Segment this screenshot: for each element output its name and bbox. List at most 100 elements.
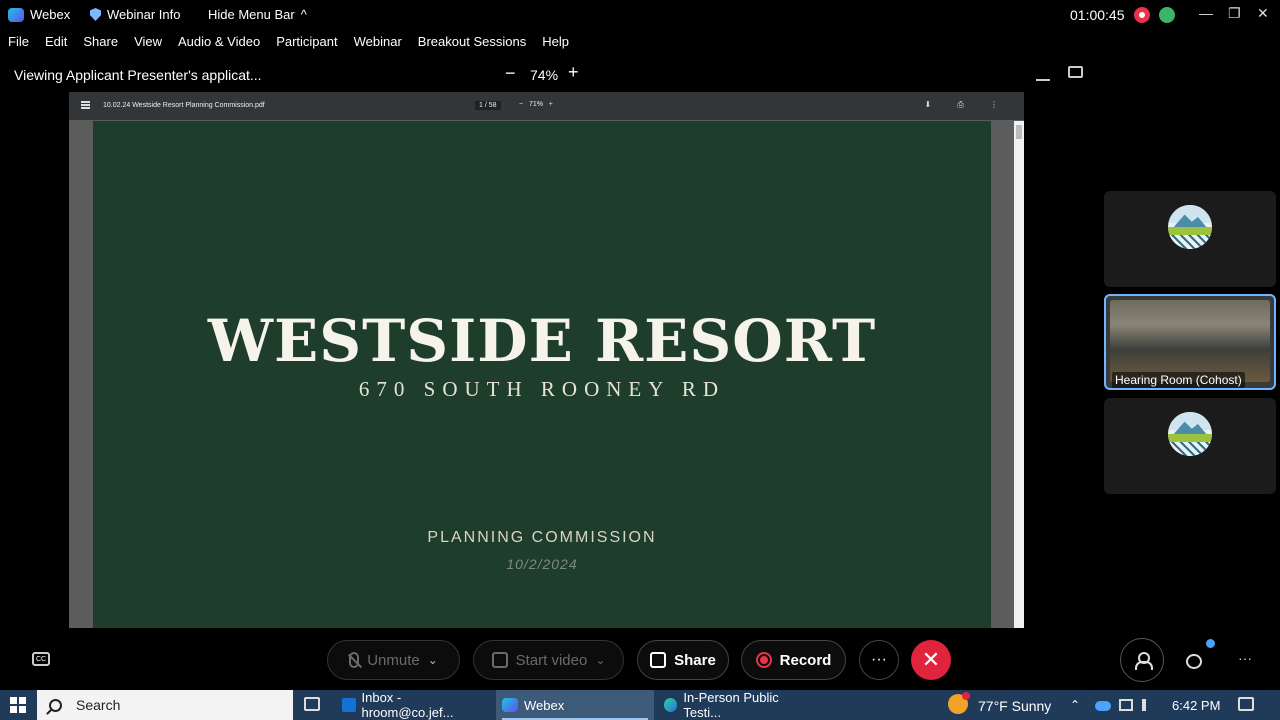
- shared-screen: 10.02.24 Westside Resort Planning Commis…: [69, 92, 1024, 628]
- recording-status-icon[interactable]: [1134, 7, 1150, 23]
- slide-date: 10/2/2024: [506, 556, 578, 572]
- edge-icon: [664, 698, 678, 712]
- menu-view[interactable]: View: [126, 34, 170, 54]
- restore-button[interactable]: ❐: [1228, 5, 1241, 22]
- notifications-icon[interactable]: [1238, 697, 1254, 711]
- share-button[interactable]: Share: [637, 640, 729, 680]
- webinar-info-button[interactable]: Webinar Info: [90, 7, 180, 22]
- menu-participant[interactable]: Participant: [268, 34, 345, 54]
- taskbar-app-label: Webex: [524, 697, 565, 713]
- chevron-down-icon[interactable]: ⌄: [595, 653, 605, 667]
- zoom-out-button[interactable]: −: [505, 63, 516, 84]
- volume-icon[interactable]: [1142, 699, 1154, 711]
- pop-out-share-icon[interactable]: [1068, 66, 1083, 78]
- pdf-toolbar: 10.02.24 Westside Resort Planning Commis…: [69, 92, 1024, 120]
- menu-bar: File Edit Share View Audio & Video Parti…: [0, 34, 577, 54]
- pdf-current-page: 1: [479, 102, 483, 109]
- zoom-in-button[interactable]: +: [568, 62, 579, 83]
- shield-icon: [90, 8, 101, 21]
- taskbar-clock[interactable]: 6:42 PM: [1172, 698, 1220, 713]
- pdf-scroll-thumb: [1016, 125, 1022, 139]
- hearing-room-video: [1110, 300, 1270, 382]
- zoom-level: 74%: [530, 67, 559, 83]
- pdf-filename: 10.02.24 Westside Resort Planning Commis…: [103, 102, 265, 109]
- close-window-button[interactable]: ✕: [1257, 5, 1269, 22]
- pdf-zoom-controls: − 71% +: [519, 101, 553, 108]
- more-panels-button[interactable]: ···: [1238, 650, 1252, 666]
- closed-captions-button[interactable]: CC: [32, 652, 50, 666]
- chat-icon: [1186, 653, 1202, 669]
- participants-icon: [1135, 652, 1153, 670]
- menu-breakout-sessions[interactable]: Breakout Sessions: [410, 34, 534, 54]
- unmute-button[interactable]: Unmute ⌄: [327, 640, 460, 680]
- mic-off-icon: [349, 652, 360, 668]
- app-name: Webex: [30, 7, 71, 22]
- search-icon: [49, 698, 62, 712]
- chevron-down-icon[interactable]: ⌄: [428, 653, 438, 667]
- hamburger-menu-icon: [81, 101, 90, 109]
- presentation-slide: WESTSIDE RESORT 670 SOUTH ROONEY RD PLAN…: [93, 121, 991, 628]
- taskbar-app-webex[interactable]: Webex: [496, 690, 654, 720]
- weather-alert-badge: [962, 692, 970, 700]
- taskbar-app-label: In-Person Public Testi...: [683, 690, 779, 720]
- share-screen-icon: [650, 652, 667, 668]
- participant-name-label: Hearing Room (Cohost): [1112, 372, 1245, 388]
- pdf-page-number: 1 / 58: [475, 101, 501, 110]
- chevron-up-icon: ^: [300, 7, 307, 22]
- pdf-total-pages: / 58: [484, 102, 497, 109]
- menu-share[interactable]: Share: [75, 34, 126, 54]
- participants-button[interactable]: [1120, 638, 1164, 682]
- network-icon[interactable]: [1119, 699, 1133, 711]
- menu-audio-video[interactable]: Audio & Video: [170, 34, 268, 54]
- more-options-button[interactable]: ···: [859, 640, 899, 680]
- participant-tile[interactable]: [1104, 398, 1276, 494]
- pdf-scrollbar: [1014, 121, 1024, 628]
- pdf-zoom-in: +: [548, 101, 553, 108]
- menu-file[interactable]: File: [0, 34, 37, 54]
- menu-help[interactable]: Help: [534, 34, 577, 54]
- annotate-icon[interactable]: [1036, 67, 1050, 81]
- pdf-actions: ⬇ ⎙ ⋮: [924, 100, 1010, 109]
- webex-logo-icon: [8, 7, 24, 22]
- record-icon: [755, 652, 772, 668]
- onedrive-icon[interactable]: [1095, 701, 1111, 711]
- cc-label: CC: [35, 655, 47, 663]
- participant-tile-hearing-room[interactable]: Hearing Room (Cohost): [1104, 294, 1276, 390]
- slide-address: 670 SOUTH ROONEY RD: [358, 377, 726, 401]
- unmute-label: Unmute: [367, 651, 420, 669]
- taskbar-app-edge[interactable]: In-Person Public Testi...: [658, 690, 814, 720]
- camera-off-icon: [491, 652, 508, 668]
- tray-chevron-icon[interactable]: ⌃: [1070, 698, 1080, 712]
- record-button[interactable]: Record: [741, 640, 846, 680]
- taskbar-app-outlook[interactable]: Inbox - hroom@co.jef...: [336, 690, 492, 720]
- hide-menu-bar-button[interactable]: Hide Menu Bar ^: [208, 7, 307, 22]
- county-logo-icon: [1168, 205, 1212, 249]
- taskbar-app-label: Inbox - hroom@co.jef...: [361, 690, 454, 720]
- pdf-zoom-value: 71%: [528, 101, 543, 108]
- record-label: Record: [779, 651, 832, 669]
- participant-tile[interactable]: [1104, 191, 1276, 287]
- menu-webinar[interactable]: Webinar: [346, 34, 410, 54]
- chat-notification-dot: [1206, 639, 1215, 648]
- task-view-icon[interactable]: [304, 697, 320, 711]
- menu-edit[interactable]: Edit: [37, 34, 75, 54]
- outlook-icon: [342, 698, 356, 712]
- search-label: Search: [76, 697, 121, 713]
- chat-button[interactable]: [1176, 646, 1212, 676]
- meeting-timer: 01:00:45: [1070, 7, 1125, 23]
- taskbar-search[interactable]: Search: [37, 690, 293, 720]
- end-meeting-button[interactable]: ✕: [911, 640, 951, 680]
- start-video-button[interactable]: Start video ⌄: [473, 640, 624, 680]
- webinar-info-label: Webinar Info: [107, 7, 181, 22]
- slide-title: WESTSIDE RESORT: [207, 307, 877, 375]
- county-logo-icon: [1168, 412, 1212, 456]
- network-health-icon[interactable]: [1159, 7, 1175, 23]
- windows-start-icon[interactable]: [10, 697, 26, 713]
- share-label: Share: [674, 651, 716, 669]
- weather-text[interactable]: 77°F Sunny: [978, 698, 1051, 714]
- viewing-label: Viewing Applicant Presenter's applicat..…: [14, 67, 262, 83]
- minimize-button[interactable]: —: [1199, 5, 1213, 21]
- slide-subtitle: PLANNING COMMISSION: [427, 529, 657, 546]
- pdf-zoom-out: −: [519, 101, 524, 108]
- webex-app-title: Webex: [8, 7, 70, 22]
